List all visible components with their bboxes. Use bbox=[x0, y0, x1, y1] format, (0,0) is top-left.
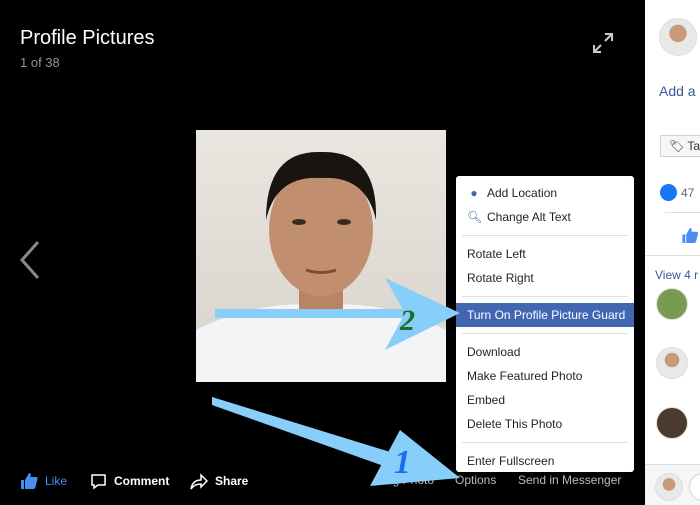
profile-photo bbox=[196, 130, 446, 382]
tag-label: Ta bbox=[687, 139, 700, 153]
like-reaction-icon bbox=[660, 184, 677, 201]
commenter-avatar[interactable] bbox=[656, 407, 688, 439]
menu-item-label: Add Location bbox=[487, 186, 558, 200]
menu-item-label: Embed bbox=[467, 393, 506, 407]
share-label: Share bbox=[215, 474, 249, 488]
commenter-avatar[interactable] bbox=[656, 288, 688, 320]
menu-separator bbox=[462, 296, 628, 297]
like-button[interactable]: Like bbox=[20, 472, 67, 490]
photo-count: 1 of 38 bbox=[20, 55, 60, 70]
comment-bubble-icon bbox=[91, 473, 106, 489]
menu-separator bbox=[462, 235, 628, 236]
like-count-value: 47 bbox=[681, 185, 695, 200]
menu-item-rotate-right[interactable]: Rotate Right bbox=[456, 266, 634, 290]
menu-item-label: Delete This Photo bbox=[467, 417, 563, 431]
tag-button[interactable]: 🏷 Ta bbox=[660, 135, 700, 157]
options-link[interactable]: Options bbox=[455, 473, 496, 487]
comment-label: Comment bbox=[114, 474, 170, 488]
options-menu: ● Add Location 🔍︎ Change Alt Text Rotate Lef… bbox=[456, 176, 634, 472]
menu-item-rotate-left[interactable]: Rotate Left bbox=[456, 242, 634, 266]
side-panel: Add a 🏷 Ta 47 View 4 r bbox=[645, 0, 700, 505]
expand-icon[interactable] bbox=[592, 32, 614, 54]
menu-item-label: Rotate Right bbox=[467, 271, 534, 285]
menu-item-label: Enter Fullscreen bbox=[467, 454, 555, 468]
thumbs-up-icon bbox=[21, 473, 38, 489]
location-pin-icon: ● bbox=[470, 186, 478, 200]
menu-item-turn-on-profile-picture-guard[interactable]: Turn On Profile Picture Guard bbox=[456, 303, 634, 327]
comment-input[interactable] bbox=[689, 473, 700, 501]
my-avatar bbox=[655, 473, 683, 501]
tag-icon: 🏷 bbox=[669, 139, 685, 153]
menu-item-delete-this-photo[interactable]: Delete This Photo bbox=[456, 412, 634, 436]
menu-separator bbox=[462, 333, 628, 334]
menu-item-enter-fullscreen[interactable]: Enter Fullscreen bbox=[456, 449, 634, 473]
menu-item-label: Download bbox=[467, 345, 521, 359]
commenter-avatar[interactable] bbox=[656, 347, 688, 379]
photo-viewer: Profile Pictures 1 of 38 Like Comment Sh… bbox=[0, 0, 645, 505]
like-label: Like bbox=[45, 474, 68, 488]
previous-photo-chevron-icon[interactable] bbox=[18, 240, 42, 280]
comment-button[interactable]: Comment bbox=[90, 472, 169, 490]
divider bbox=[645, 255, 700, 256]
menu-item-embed[interactable]: Embed bbox=[456, 388, 634, 412]
share-button[interactable]: Share bbox=[190, 472, 248, 490]
menu-item-label: Rotate Left bbox=[467, 247, 526, 261]
add-description-link[interactable]: Add a bbox=[659, 83, 696, 99]
menu-item-label: Turn On Profile Picture Guard bbox=[467, 308, 626, 322]
menu-item-make-featured-photo[interactable]: Make Featured Photo bbox=[456, 364, 634, 388]
search-icon: 🔍︎ bbox=[467, 210, 483, 224]
tag-photo-link[interactable]: Tag Photo bbox=[380, 473, 434, 487]
menu-item-add-location[interactable]: ● Add Location bbox=[456, 181, 634, 205]
menu-item-label: Change Alt Text bbox=[487, 210, 571, 224]
like-count[interactable]: 47 bbox=[660, 184, 694, 201]
album-title: Profile Pictures bbox=[20, 27, 155, 49]
view-more-comments-link[interactable]: View 4 r bbox=[655, 268, 698, 282]
menu-item-change-alt-text[interactable]: 🔍︎ Change Alt Text bbox=[456, 205, 634, 229]
comment-composer bbox=[645, 464, 700, 505]
avatar bbox=[659, 18, 697, 56]
menu-separator bbox=[462, 442, 628, 443]
divider bbox=[665, 212, 700, 213]
share-arrow-icon bbox=[190, 472, 208, 489]
send-in-messenger-link[interactable]: Send in Messenger bbox=[518, 473, 621, 487]
menu-item-label: Make Featured Photo bbox=[467, 369, 583, 383]
like-thumb-icon[interactable] bbox=[681, 227, 699, 244]
menu-item-download[interactable]: Download bbox=[456, 340, 634, 364]
